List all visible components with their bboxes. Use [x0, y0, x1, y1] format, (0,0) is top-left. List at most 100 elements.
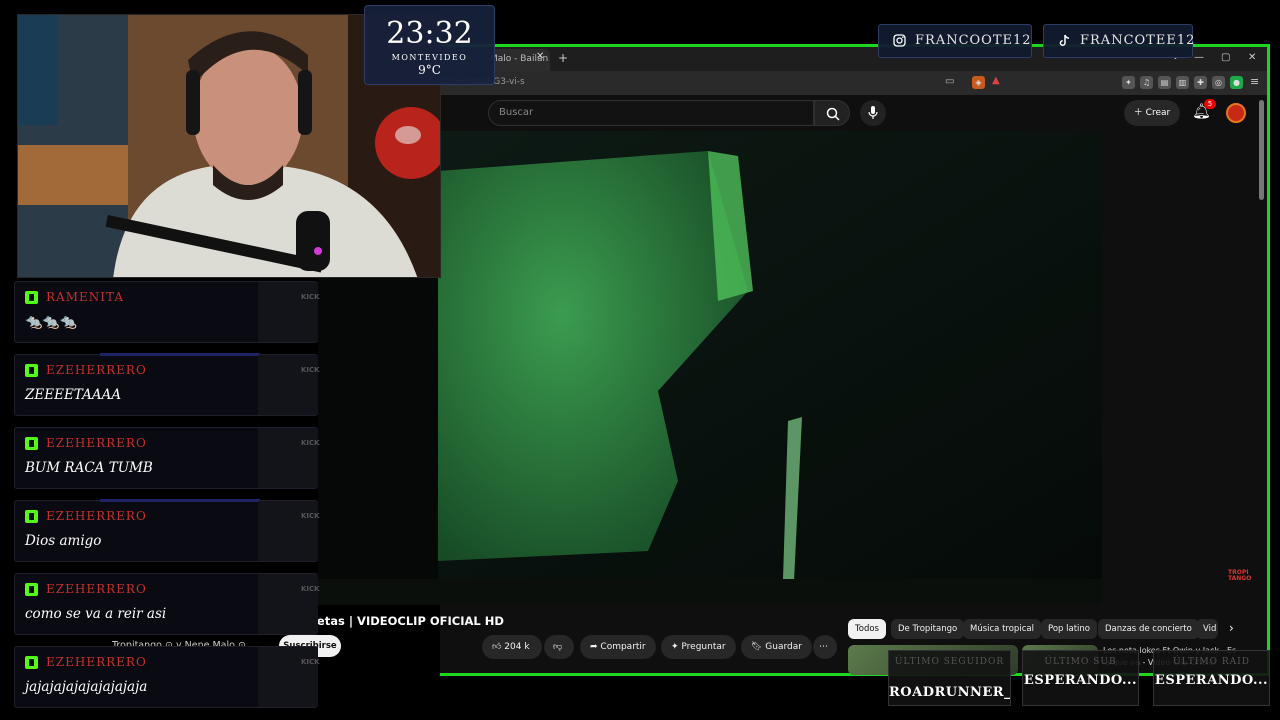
- ask-label: Preguntar: [681, 642, 726, 652]
- chat-message: EZEHERRERO KICK Dios amigo: [14, 499, 320, 562]
- chip-todos[interactable]: Todos: [848, 619, 886, 639]
- like-count: 204 k: [504, 642, 530, 652]
- notification-count-badge: 5: [1204, 99, 1216, 109]
- chat-message: RAMENITA KICK 🐀🐀🐀: [14, 281, 320, 343]
- chat-username: EZEHERRERO: [46, 363, 147, 377]
- last-follower-widget: ÚLTIMO SEGUIDOR ROADRUNNER_UY: [888, 650, 1011, 706]
- voice-search-button[interactable]: [860, 100, 886, 126]
- address-bar[interactable]: ch?v=OnKRG3-vi-s ▭ ◈ ▲ ✦ ♫ ▤ ▥ ✚ ◎ ● ≡: [440, 71, 1267, 95]
- instagram-icon: [893, 34, 906, 47]
- chat-username: EZEHERRERO: [46, 582, 147, 596]
- bookmark-icon: 🔖︎: [751, 642, 766, 652]
- vpn-icon[interactable]: ◎: [1212, 76, 1225, 89]
- goal-label: ÚLTIMO RAID: [1173, 657, 1250, 667]
- clock-time: 23:32: [386, 16, 473, 51]
- kick-logo-icon: [25, 364, 38, 377]
- chevron-right-icon[interactable]: ›: [1229, 621, 1234, 635]
- account-avatar[interactable]: [1226, 103, 1246, 123]
- page-scrollbar[interactable]: [1259, 100, 1264, 200]
- plus-icon: ＋: [1133, 108, 1146, 118]
- goal-value: ESPERANDO...: [1023, 673, 1138, 688]
- instagram-handle: FRANCOOTE12: [915, 33, 1032, 48]
- share-button[interactable]: ➦ Compartir: [580, 635, 656, 659]
- platform-label: KICK: [301, 366, 320, 374]
- goal-label: ÚLTIMO SEGUIDOR: [894, 657, 1005, 667]
- save-button[interactable]: 🔖︎ Guardar: [741, 635, 812, 659]
- share-icon: ➦: [590, 642, 601, 652]
- tiktok-handle: FRANCOTEE12: [1080, 33, 1196, 48]
- search-input[interactable]: Buscar: [488, 100, 814, 126]
- channel-watermark: TROPI TANGO: [1228, 569, 1252, 582]
- create-button[interactable]: ＋ Crear: [1124, 100, 1180, 126]
- chat-username: RAMENITA: [46, 290, 125, 304]
- chat-message: EZEHERRERO KICK BUM RACA TUMB: [14, 427, 320, 489]
- dislike-button[interactable]: 👎︎: [544, 635, 574, 659]
- music-icon[interactable]: ♫: [1140, 76, 1153, 89]
- sidebar-icon[interactable]: ▥: [1176, 76, 1189, 89]
- chat-text: como se va a reir asi: [25, 606, 167, 622]
- new-tab-button[interactable]: +: [558, 51, 568, 65]
- chip-musica-tropical[interactable]: Música tropical: [963, 619, 1041, 639]
- share-label: Compartir: [600, 642, 646, 652]
- reader-icon[interactable]: ▤: [1158, 76, 1171, 89]
- brave-shield-icon[interactable]: ◈: [972, 76, 985, 89]
- minimize-button[interactable]: —: [1194, 52, 1204, 63]
- menu-icon[interactable]: ≡: [1250, 75, 1259, 88]
- chat-text: Dios amigo: [25, 533, 102, 549]
- chat-text: ZEEEETAAAA: [25, 387, 122, 403]
- chat-text: jajajajajajajajajaja: [25, 679, 148, 695]
- mic-icon: [868, 106, 878, 119]
- create-label: Crear: [1145, 108, 1171, 118]
- kick-logo-icon: [25, 437, 38, 450]
- kick-logo-icon: [25, 510, 38, 523]
- platform-label: KICK: [301, 439, 320, 447]
- tiktok-badge: FRANCOTEE12: [1043, 24, 1196, 58]
- search-button[interactable]: [814, 100, 850, 126]
- chip-pop-latino[interactable]: Pop latino: [1041, 619, 1097, 639]
- last-raid-widget: ÚLTIMO RAID ESPERANDO...: [1153, 650, 1270, 706]
- kick-logo-icon: [25, 583, 38, 596]
- clock-temperature: 9°C: [418, 63, 441, 77]
- goal-value: ESPERANDO...: [1154, 673, 1269, 688]
- kick-logo-icon: [25, 291, 38, 304]
- more-actions-button[interactable]: ⋯: [813, 635, 837, 659]
- chat-message: EZEHERRERO KICK como se va a reir asi: [14, 573, 320, 635]
- chat-text: BUM RACA TUMB: [25, 460, 153, 476]
- profile-icon[interactable]: ●: [1230, 76, 1243, 89]
- ask-button[interactable]: ✦ Preguntar: [661, 635, 736, 659]
- tiktok-icon: [1059, 34, 1070, 47]
- chip-danzas-de-concierto[interactable]: Danzas de concierto: [1098, 619, 1199, 639]
- platform-label: KICK: [301, 585, 320, 593]
- chat-message: EZEHERRERO KICK jajajajajajajajajaja: [14, 646, 320, 708]
- search-icon: [826, 107, 840, 121]
- kick-logo-icon: [25, 656, 38, 669]
- close-window-button[interactable]: ✕: [1248, 52, 1256, 63]
- chip-videos[interactable]: Vid: [1196, 619, 1218, 639]
- goal-value: ROADRUNNER_UY: [889, 685, 1011, 700]
- more-icon: ⋯: [819, 642, 828, 652]
- platform-label: KICK: [301, 293, 320, 301]
- youtube-header: Buscar ＋ Crear 🔔︎ 5: [440, 96, 1267, 130]
- chat-message: EZEHERRERO KICK ZEEEETAAAA: [14, 353, 320, 416]
- sparkle-icon: ✦: [671, 642, 682, 652]
- rewards-icon[interactable]: ▲: [992, 75, 1000, 86]
- thumbs-down-icon: 👎︎: [553, 642, 563, 652]
- chat-text: 🐀🐀🐀: [25, 314, 78, 330]
- chat-username: EZEHERRERO: [46, 509, 147, 523]
- platform-label: KICK: [301, 512, 320, 520]
- extension-icon[interactable]: ✦: [1122, 76, 1135, 89]
- chip-de-tropitango[interactable]: De Tropitango: [891, 619, 965, 639]
- chat-username: EZEHERRERO: [46, 655, 147, 669]
- close-tab-icon[interactable]: ✕: [536, 51, 544, 62]
- goal-label: ÚLTIMO SUB: [1044, 657, 1117, 667]
- maximize-button[interactable]: ▢: [1221, 52, 1230, 63]
- clock-widget: 23:32 MONTEVIDEO 9°C: [364, 5, 495, 85]
- thumbs-up-icon: 👍︎: [492, 642, 505, 652]
- cast-icon[interactable]: ▭: [945, 76, 954, 87]
- clock-city: MONTEVIDEO: [391, 53, 468, 62]
- puzzle-icon[interactable]: ✚: [1194, 76, 1207, 89]
- save-label: Guardar: [765, 642, 802, 652]
- like-button[interactable]: 👍︎ 204 k: [482, 635, 542, 659]
- chat-username: EZEHERRERO: [46, 436, 147, 450]
- instagram-badge: FRANCOOTE12: [878, 24, 1032, 58]
